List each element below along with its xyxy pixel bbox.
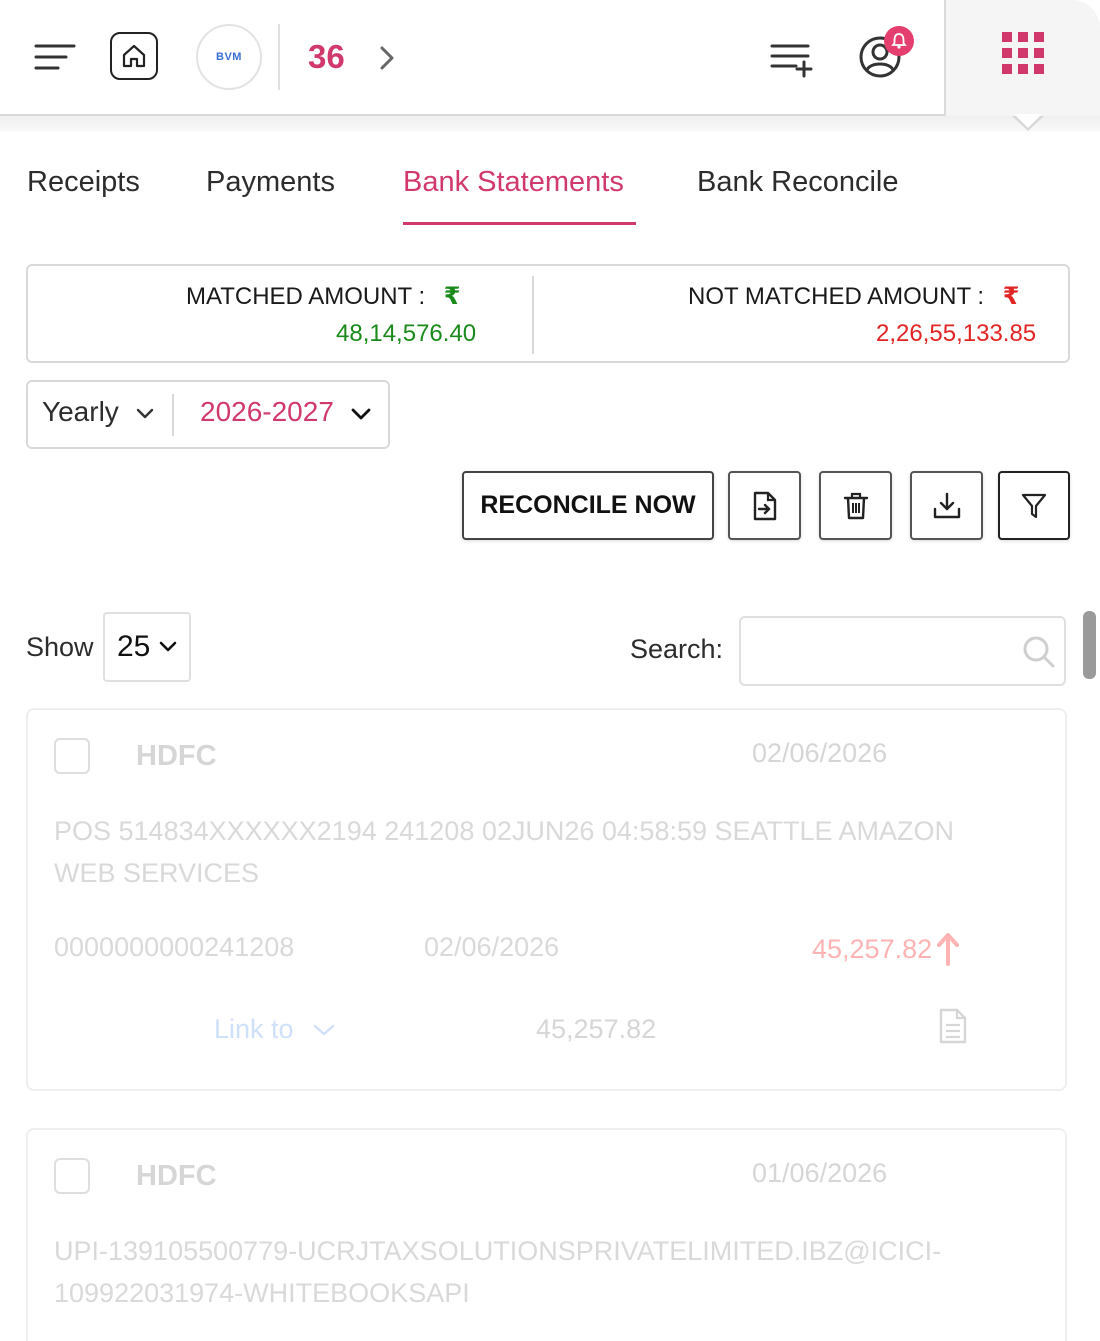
chevron-right-icon[interactable] <box>376 44 398 72</box>
download-button[interactable] <box>910 471 983 540</box>
transaction-card: HDFC 02/06/2026 POS 514834XXXXXX2194 241… <box>26 708 1067 1091</box>
matched-amount-label: MATCHED AMOUNT : ₹ <box>186 283 461 310</box>
apps-grid-icon[interactable] <box>1002 32 1044 74</box>
trash-icon <box>843 492 868 519</box>
transaction-narration: UPI-139105500779-UCRJTAXSOLUTIONSPRIVATE… <box>54 1236 942 1308</box>
chevron-down-icon <box>160 641 177 652</box>
company-logo[interactable]: BVM <box>196 24 262 90</box>
transaction-narration: POS 514834XXXXXX2194 241208 02JUN26 04:5… <box>54 816 955 888</box>
apps-notch <box>1014 114 1042 128</box>
transaction-date: 01/06/2026 <box>752 1158 888 1188</box>
add-list-icon[interactable] <box>768 38 816 78</box>
search-field <box>739 616 1066 686</box>
delete-button[interactable] <box>819 471 892 540</box>
bank-name: HDFC <box>136 740 217 772</box>
home-icon <box>122 44 146 68</box>
period-divider <box>172 394 174 436</box>
transaction-card: HDFC 01/06/2026 UPI-139105500779-UCRJTAX… <box>26 1128 1067 1341</box>
logo-text: BVM <box>216 51 242 63</box>
arrow-up-icon <box>937 933 960 966</box>
import-file-button[interactable] <box>728 471 801 540</box>
period-type-dropdown[interactable]: Yearly <box>42 396 155 428</box>
financial-year-dropdown[interactable]: 2026-2027 <box>200 396 372 428</box>
search-label: Search: <box>630 634 724 664</box>
period-selector: Yearly 2026-2027 <box>26 380 390 449</box>
company-count: 36 <box>308 38 345 75</box>
show-entries-label: Show <box>26 632 94 662</box>
header-divider <box>278 24 280 90</box>
filter-button[interactable] <box>998 471 1070 540</box>
chevron-down-icon <box>351 408 371 420</box>
chevron-down-icon <box>313 1024 334 1035</box>
matched-amount-value: 48,14,576.40 <box>336 320 477 347</box>
tab-bank-reconcile[interactable]: Bank Reconcile <box>697 166 899 199</box>
link-to-dropdown[interactable]: Link to <box>214 1014 336 1045</box>
home-button[interactable] <box>110 32 158 80</box>
scrollbar-thumb[interactable] <box>1083 611 1096 679</box>
top-header <box>0 0 1100 116</box>
document-icon[interactable] <box>938 1008 968 1049</box>
filter-icon <box>1021 493 1047 518</box>
tab-receipts[interactable]: Receipts <box>27 166 140 199</box>
transaction-date: 02/06/2026 <box>752 738 888 768</box>
rupee-icon: ₹ <box>1002 283 1020 310</box>
header-shadow <box>0 116 1100 132</box>
download-icon <box>933 492 960 518</box>
tab-payments[interactable]: Payments <box>206 166 335 199</box>
notification-bell-icon[interactable] <box>884 26 914 56</box>
search-icon[interactable] <box>1021 634 1057 670</box>
tab-bank-statements[interactable]: Bank Statements <box>403 166 624 199</box>
linked-amount: 45,257.82 <box>536 1014 657 1044</box>
not-matched-amount-value: 2,26,55,133.85 <box>876 320 1037 347</box>
summary-divider <box>532 276 534 354</box>
hamburger-menu-icon[interactable] <box>34 42 76 72</box>
rupee-icon: ₹ <box>443 283 461 310</box>
value-date: 02/06/2026 <box>424 932 560 962</box>
reference-number: 0000000000241208 <box>54 932 295 962</box>
select-checkbox[interactable] <box>54 738 90 774</box>
search-input[interactable] <box>751 628 1011 674</box>
transaction-amount: 45,257.82 <box>812 932 960 966</box>
select-checkbox[interactable] <box>54 1158 90 1194</box>
bank-name: HDFC <box>136 1160 217 1192</box>
chevron-down-icon <box>136 408 153 418</box>
not-matched-amount-label: NOT MATCHED AMOUNT : ₹ <box>688 283 1020 310</box>
reconcile-now-button[interactable]: RECONCILE NOW <box>462 471 714 540</box>
amount-summary-card: MATCHED AMOUNT : ₹ 48,14,576.40 NOT MATC… <box>26 264 1070 363</box>
page-size-select[interactable]: 25 <box>103 612 191 682</box>
import-file-icon <box>753 491 776 520</box>
active-tab-indicator <box>403 222 636 225</box>
